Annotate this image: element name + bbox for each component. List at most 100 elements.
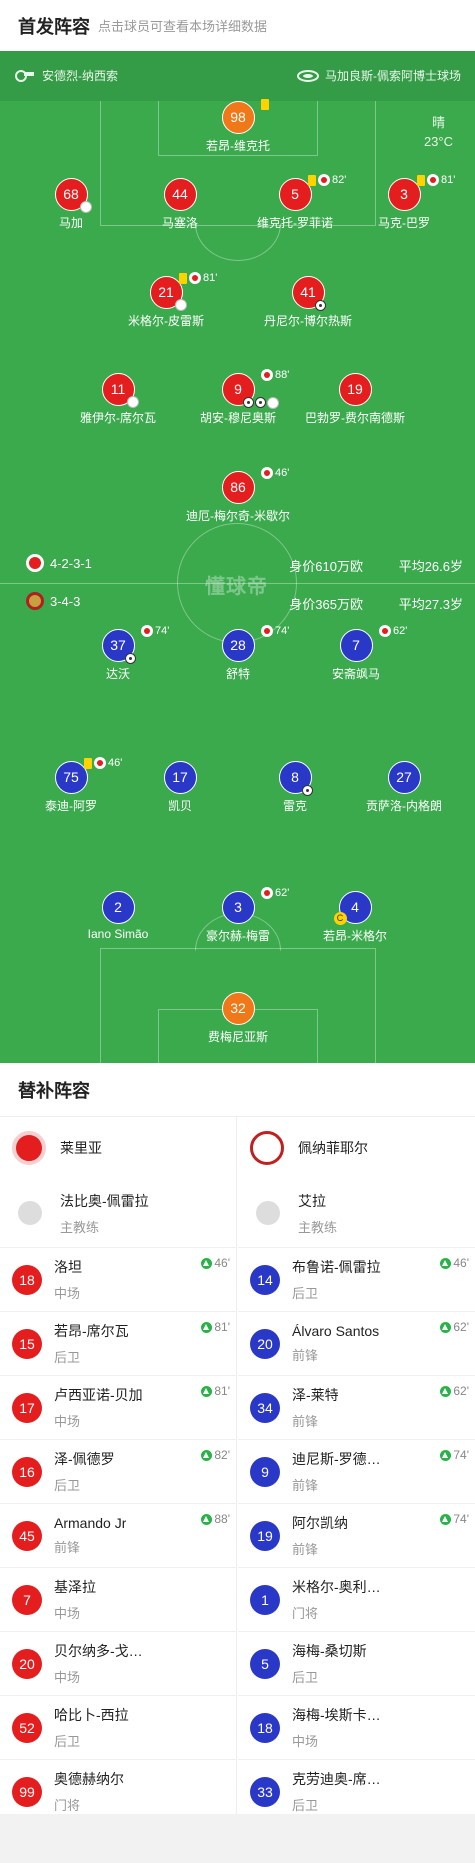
sub-player-row[interactable]: 18 海梅-埃斯卡… 中场 [238, 1695, 475, 1759]
player-name: 阿尔凯纳 [292, 1515, 348, 1531]
captain-icon: C [333, 912, 347, 925]
home-crest-icon [12, 1131, 46, 1165]
player-number: 20 [250, 1328, 280, 1359]
player-badge: 28 [221, 629, 255, 662]
event-minute: 46' [275, 467, 290, 479]
sub-player-row[interactable]: 52 哈比卜-西拉 后卫 [0, 1695, 236, 1759]
sub-in-minute: 74' [453, 1448, 469, 1462]
player-badge: 86 [221, 471, 255, 504]
player-away-cb3[interactable]: 4 C 若昂-米格尔 [280, 891, 430, 944]
player-number: 86 [230, 479, 246, 495]
sub-in-info: 74' [440, 1448, 469, 1462]
home-team-row[interactable]: 莱里亚 [0, 1117, 236, 1179]
sub-player-row[interactable]: 9 迪尼斯-罗德… 前锋 74' [238, 1439, 475, 1503]
player-number: 11 [110, 381, 126, 397]
sub-in-info: 88' [201, 1512, 230, 1526]
player-position: 中场 [54, 1286, 81, 1301]
sub-player-row[interactable]: 20 贝尔纳多-戈… 中场 [0, 1631, 236, 1695]
substitution-icon [80, 201, 92, 213]
lineup-title: 首发阵容 [18, 16, 90, 37]
event-minute: 81' [203, 272, 218, 284]
watermark: 懂球帝 [205, 576, 268, 598]
player-position: 后卫 [54, 1350, 81, 1365]
player-number: 41 [300, 284, 316, 300]
away-coach-row[interactable]: 艾拉 主教练 [238, 1179, 475, 1247]
player-home-dm1[interactable]: 21 81' 米格尔-皮雷斯 [91, 272, 241, 329]
lineup-page: { "header": {"title": "首发阵容", "hint": "点… [0, 0, 475, 1863]
sub-player-row[interactable]: 5 海梅-桑切斯 后卫 [238, 1631, 475, 1695]
yellow-card-icon [308, 174, 316, 186]
player-name: 卢西亚诺-贝加 [54, 1387, 143, 1403]
sub-in-minute: 88' [214, 1512, 230, 1526]
player-away-rm[interactable]: 27 贡萨洛-内格朗 [329, 761, 475, 814]
player-position: 门将 [54, 1798, 81, 1813]
player-home-gk[interactable]: 98 若昂-维克托 [163, 99, 313, 154]
player-home-st[interactable]: 86 46' 迪厄-梅尔奇-米歇尔 [163, 467, 313, 524]
yellow-card-icon [179, 272, 187, 284]
player-number: 33 [250, 1776, 280, 1807]
player-number: 19 [250, 1520, 280, 1551]
weather: 晴 23°C [424, 113, 453, 151]
sub-in-minute: 62' [453, 1384, 469, 1398]
sub-out-icon [261, 625, 273, 637]
player-away-gk[interactable]: 32 费梅尼亚斯 [163, 992, 313, 1045]
sub-in-info: 81' [201, 1320, 230, 1334]
player-number: 75 [63, 769, 79, 785]
sub-in-info: 62' [440, 1384, 469, 1398]
player-badge: 27 [387, 761, 421, 794]
sub-out-icon [261, 467, 273, 479]
player-number: 15 [12, 1328, 42, 1359]
player-position: 后卫 [292, 1798, 319, 1813]
sub-player-row[interactable]: 19 阿尔凯纳 前锋 74' [238, 1503, 475, 1567]
sub-player-row[interactable]: 1 米格尔-奥利… 门将 [238, 1567, 475, 1631]
player-name: 贡萨洛-内格朗 [366, 799, 442, 813]
sub-player-row[interactable]: 34 泽-莱特 前锋 62' [238, 1375, 475, 1439]
player-position: 中场 [54, 1414, 81, 1429]
coach-name: 安德烈-纳西索 [42, 69, 118, 83]
player-home-dm2[interactable]: 41 丹尼尔-博尔热斯 [233, 276, 383, 329]
sub-player-row[interactable]: 16 泽-佩德罗 后卫 82' [0, 1439, 236, 1503]
player-number: 18 [250, 1712, 280, 1743]
player-name: 迪尼斯-罗德… [292, 1451, 381, 1467]
player-number: 19 [347, 381, 363, 397]
player-name: 克劳迪奥-席… [292, 1771, 381, 1787]
sub-player-row[interactable]: 17 卢西亚诺-贝加 中场 81' [0, 1375, 236, 1439]
player-number: 45 [12, 1520, 42, 1551]
home-team-name: 莱里亚 [60, 1140, 102, 1156]
player-position: 后卫 [54, 1734, 81, 1749]
player-number: 37 [110, 637, 126, 653]
sub-player-row[interactable]: 15 若昂-席尔瓦 后卫 81' [0, 1311, 236, 1375]
player-number: 5 [250, 1648, 280, 1679]
player-number: 3 [234, 899, 242, 915]
sub-player-row[interactable]: 33 克劳迪奥-席… 后卫 [238, 1759, 475, 1823]
sub-in-icon [440, 1257, 452, 1269]
player-away-rw[interactable]: 7 62' 安斋飒马 [281, 625, 431, 682]
player-badge: 19 [338, 373, 372, 406]
substitution-icon [127, 396, 139, 408]
sub-player-row[interactable]: 45 Armando Jr 前锋 88' [0, 1503, 236, 1567]
sub-player-row[interactable]: 20 Álvaro Santos 前锋 62' [238, 1311, 475, 1375]
away-subs-column: 佩纳菲耶尔 艾拉 主教练 14 布鲁诺-佩雷拉 后卫 46' 20 Álvaro Sant… [238, 1117, 475, 1823]
sub-player-row[interactable]: 7 基泽拉 中场 [0, 1567, 236, 1631]
sub-player-row[interactable]: 14 布鲁诺-佩雷拉 后卫 46' [238, 1247, 475, 1311]
player-position: 后卫 [292, 1670, 319, 1685]
away-crest-icon [26, 592, 44, 610]
player-number: 8 [291, 769, 299, 785]
player-position: 前锋 [292, 1414, 319, 1429]
yellow-card-icon [84, 757, 92, 769]
sub-player-row[interactable]: 18 洛坦 中场 46' [0, 1247, 236, 1311]
sub-out-icon [261, 369, 273, 381]
yellow-card-icon [261, 99, 269, 110]
player-number: 68 [63, 186, 79, 202]
sub-player-row[interactable]: 99 奥德赫纳尔 门将 [0, 1759, 236, 1823]
player-name: 海梅-埃斯卡… [292, 1707, 381, 1723]
home-coach-row[interactable]: 法比奥-佩雷拉 主教练 [0, 1179, 236, 1247]
away-team-row[interactable]: 佩纳菲耶尔 [238, 1117, 475, 1179]
event-minute: 62' [393, 625, 408, 637]
player-name: 丹尼尔-博尔热斯 [264, 314, 352, 328]
player-home-rw[interactable]: 19 巴勃罗-费尔南德斯 [280, 373, 430, 426]
player-number: 16 [12, 1456, 42, 1487]
sub-in-icon [440, 1449, 452, 1461]
player-home-rb[interactable]: 3 81' 马克-巴罗 [329, 174, 475, 231]
sub-in-minute: 82' [214, 1448, 230, 1462]
